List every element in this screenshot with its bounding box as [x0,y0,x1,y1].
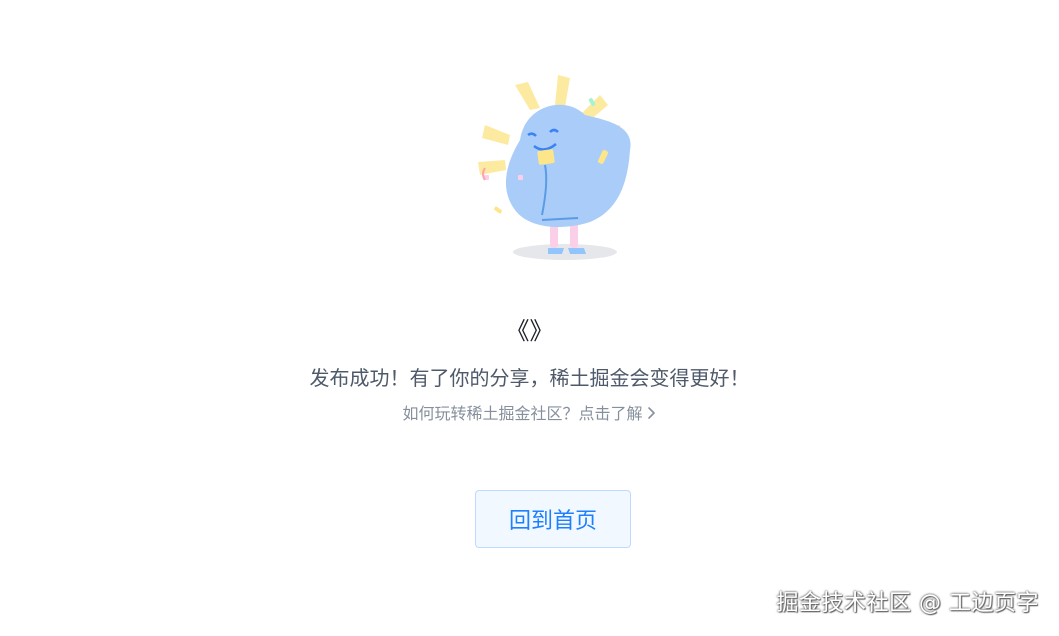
mascot-shadow [513,244,617,260]
community-help-link[interactable]: 如何玩转稀土掘金社区？点击了解 [0,402,1059,427]
mascot-body [505,104,631,227]
watermark: 掘金技术社区 @ 工边页字 [776,591,1039,616]
back-to-home-button[interactable]: 回到首页 [475,490,631,548]
mascot-paper [537,149,555,165]
article-title: 《》 [505,317,554,345]
community-help-link-label: 如何玩转稀土掘金社区？点击了解 [402,404,643,423]
publish-success-page: 《》 发布成功！有了你的分享，稀土掘金会变得更好！ 如何玩转稀土掘金社区？点击了… [0,0,1059,636]
celebrating-mascot-illustration [478,75,631,260]
mascot-right-shoe [568,248,586,254]
back-to-home-button-label: 回到首页 [508,509,597,534]
chevron-right-icon [647,403,657,427]
publish-success-message: 发布成功！有了你的分享，稀土掘金会变得更好！ [309,366,750,390]
mascot-left-shoe [548,248,564,254]
